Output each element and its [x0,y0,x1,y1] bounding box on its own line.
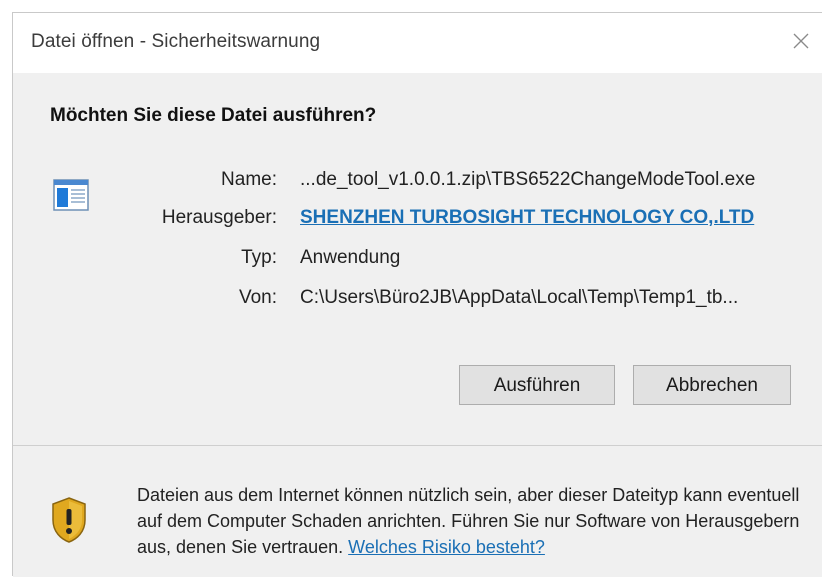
window-title: Datei öffnen - Sicherheitswarnung [31,31,321,52]
run-button[interactable]: Ausführen [459,365,615,405]
cancel-button[interactable]: Abbrechen [633,365,791,405]
publisher-link[interactable]: SHENZHEN TURBOSIGHT TECHNOLOGY CO,.LTD [300,207,754,229]
detail-label: Herausgeber: [161,207,277,228]
detail-label: Name: [221,169,277,190]
application-file-icon [53,179,89,211]
file-type-value: Anwendung [300,247,401,268]
risk-link[interactable]: Welches Risiko besteht? [348,537,545,557]
file-path-value: C:\Users\Büro2JB\AppData\Local\Temp\Temp… [300,287,739,308]
close-icon [793,33,809,49]
warning-text: Dateien aus dem Internet können nützlich… [137,482,822,560]
title-bar: Datei öffnen - Sicherheitswarnung [13,13,822,73]
warning-section: Dateien aus dem Internet können nützlich… [13,446,822,577]
dialog-question: Möchten Sie diese Datei ausführen? [50,105,377,126]
detail-label: Typ: [241,247,277,268]
file-name-value: ...de_tool_v1.0.0.1.zip\TBS6522ChangeMod… [300,169,756,190]
close-button[interactable] [782,23,822,59]
shield-warning-icon [52,497,86,543]
security-warning-dialog: Datei öffnen - Sicherheitswarnung Möchte… [12,12,822,577]
detail-label: Von: [238,287,277,308]
